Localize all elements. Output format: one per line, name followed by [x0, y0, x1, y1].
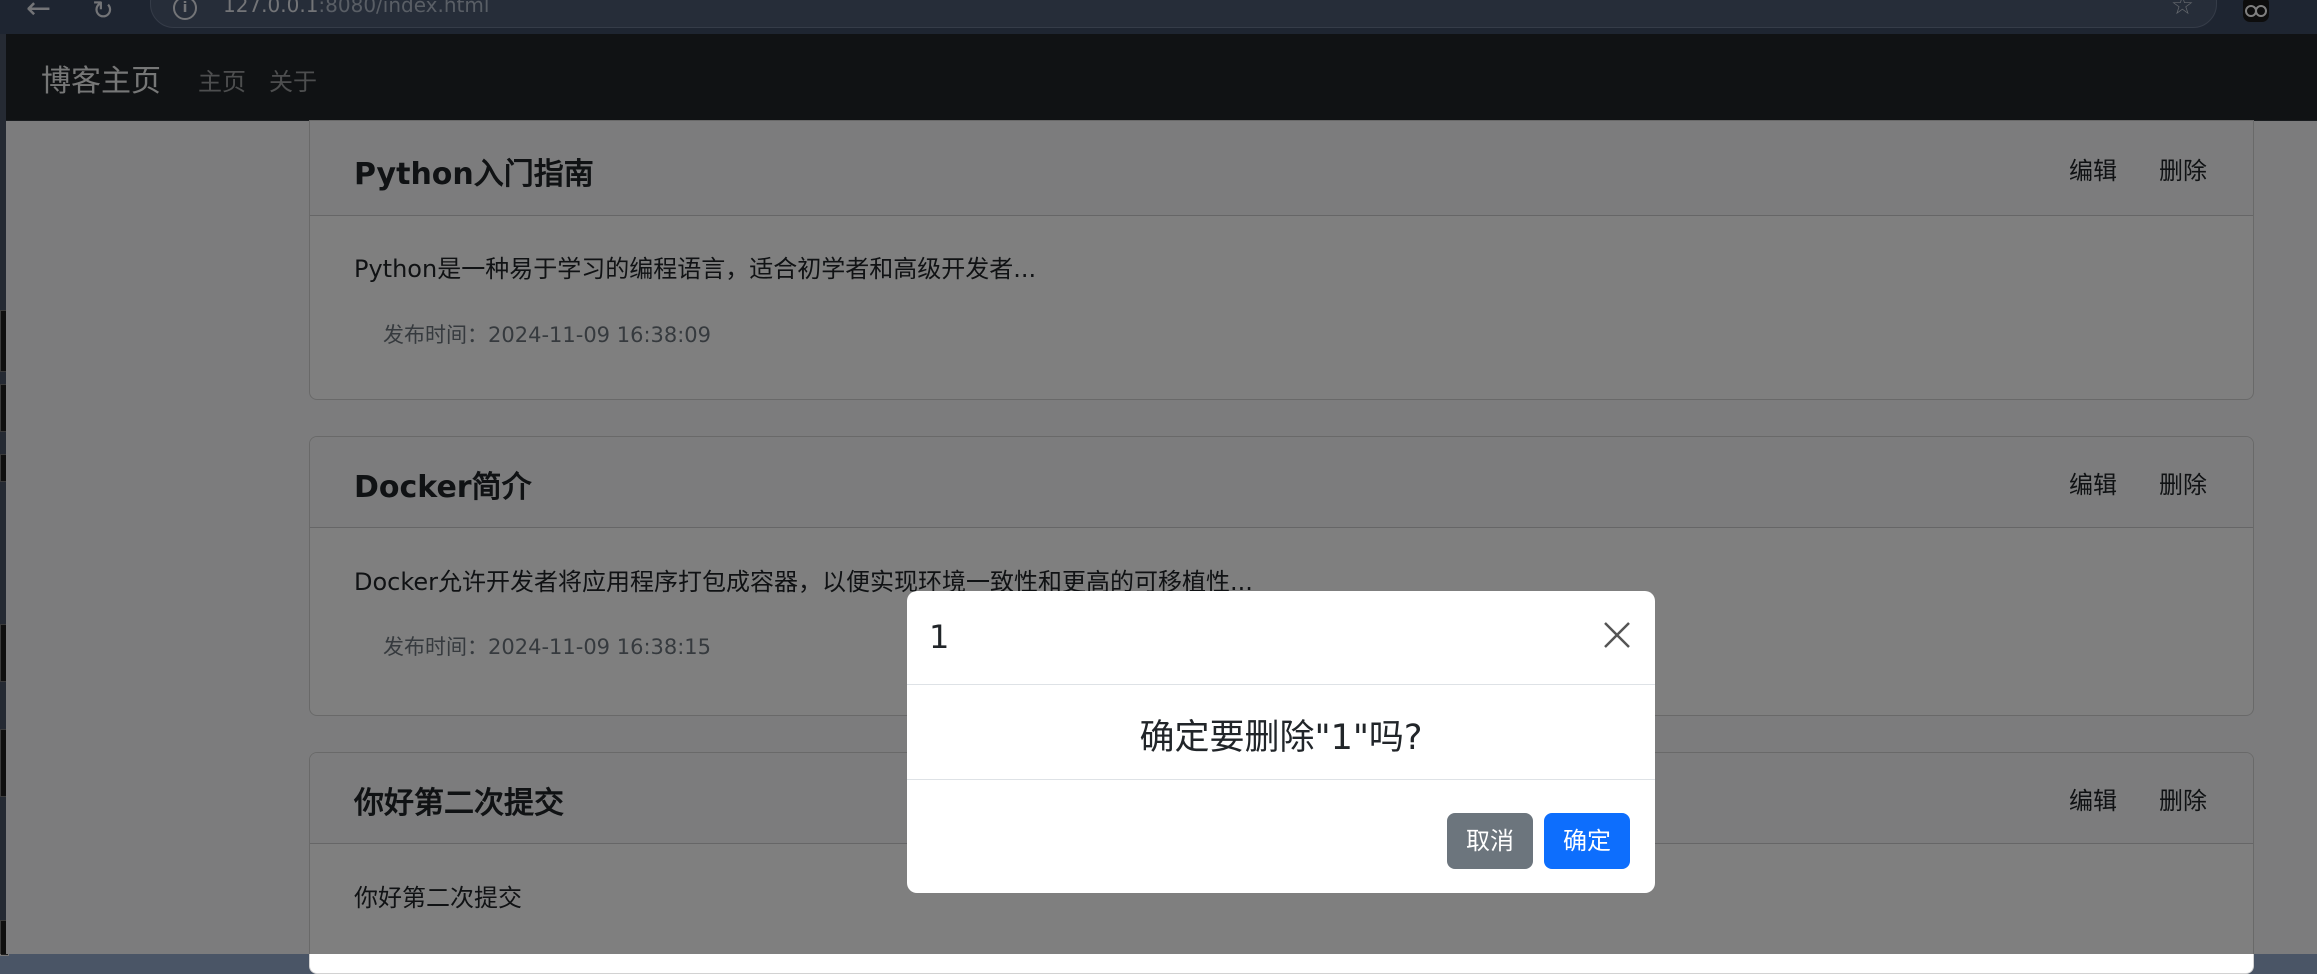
delete-confirm-dialog: 1 确定要删除"1"吗? 取消 确定 — [907, 591, 1655, 893]
close-icon[interactable] — [1601, 619, 1633, 651]
confirm-button[interactable]: 确定 — [1544, 813, 1630, 869]
modal-message: 确定要删除"1"吗? — [1139, 718, 1423, 758]
modal-title: 1 — [929, 618, 950, 656]
modal-header: 1 — [907, 591, 1655, 685]
cancel-button[interactable]: 取消 — [1447, 813, 1533, 869]
modal-body: 确定要删除"1"吗? — [907, 685, 1655, 780]
